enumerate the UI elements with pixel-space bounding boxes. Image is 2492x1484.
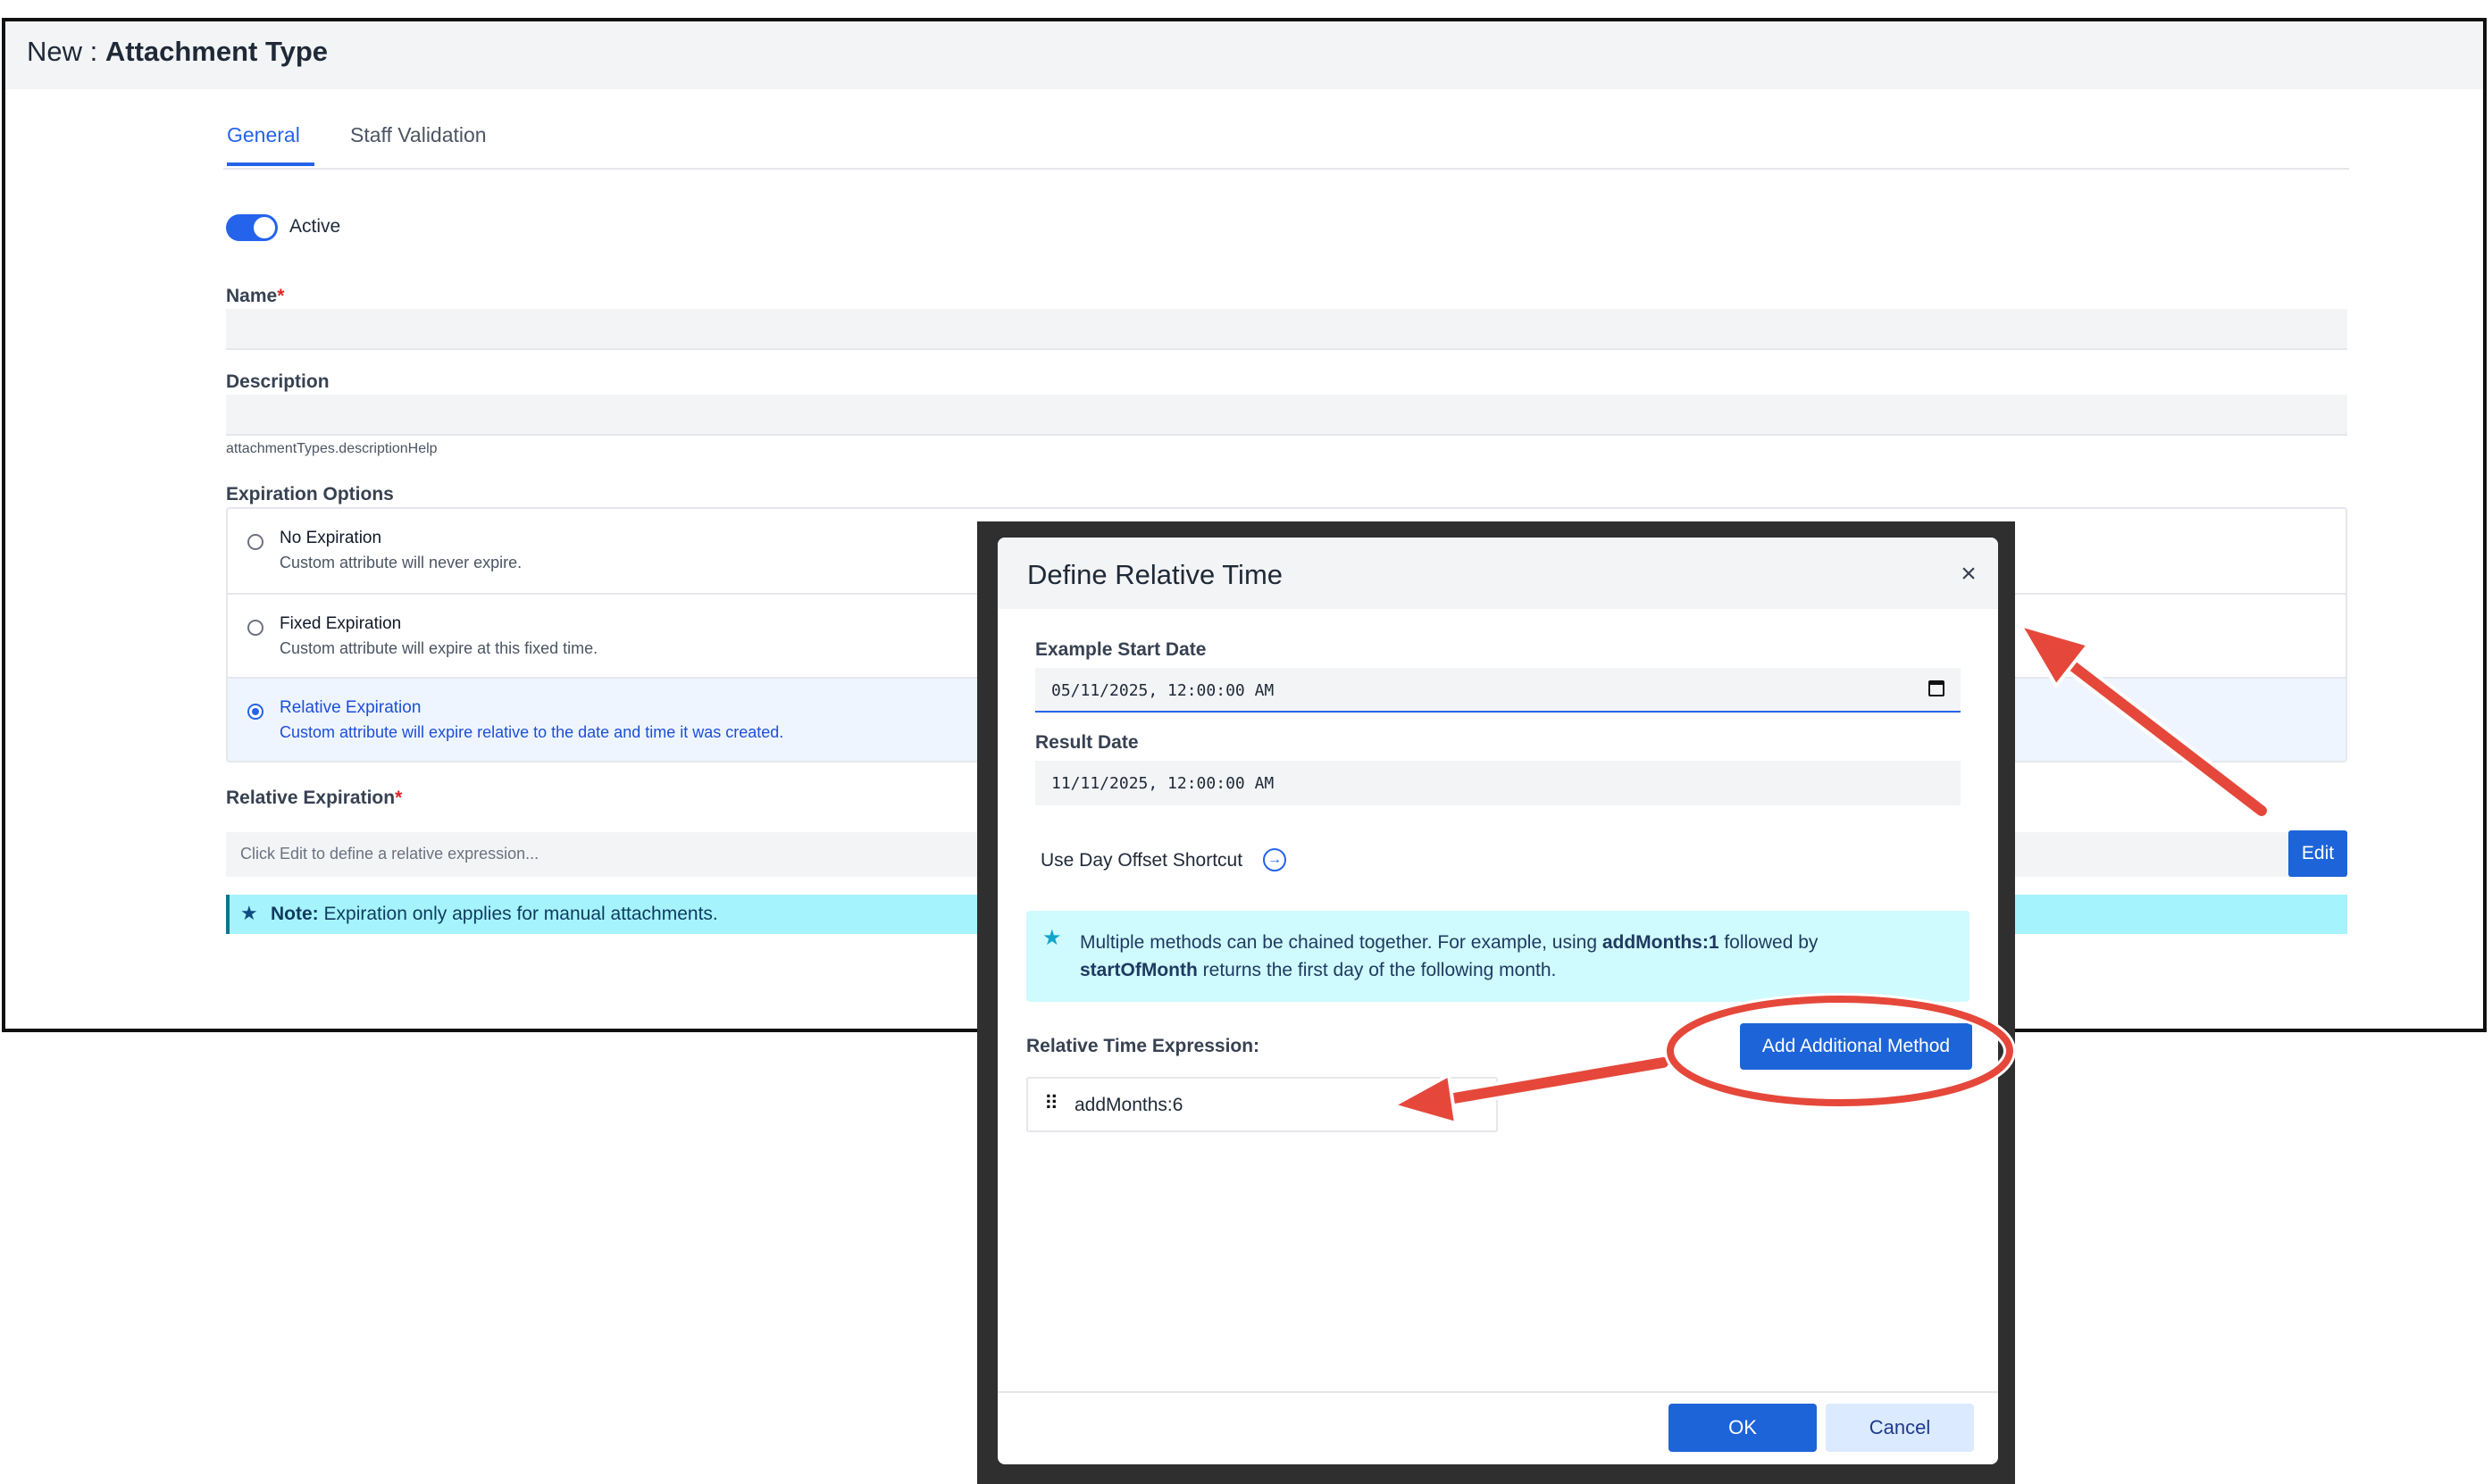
modal-footer-divider bbox=[998, 1391, 1998, 1393]
calendar-icon[interactable] bbox=[1928, 680, 1944, 696]
drag-handle-icon[interactable]: ⠿ bbox=[1044, 1092, 1058, 1115]
arrow-right-circle-icon[interactable]: → bbox=[1263, 848, 1286, 871]
result-date-label: Result Date bbox=[1035, 732, 1139, 753]
info-part: Multiple methods can be chained together… bbox=[1080, 932, 1602, 953]
modal-header: Define Relative Time × bbox=[998, 538, 1998, 609]
start-date-value: 05/11/2025, 12:00:00 AM bbox=[1051, 681, 1275, 700]
expiration-options-label: Expiration Options bbox=[226, 484, 394, 504]
name-required-mark: * bbox=[277, 286, 285, 306]
option-title: Fixed Expiration bbox=[280, 614, 402, 633]
cancel-button[interactable]: Cancel bbox=[1826, 1404, 1974, 1452]
expression-text: addMonths:6 bbox=[1075, 1095, 1183, 1115]
note-body: Expiration only applies for manual attac… bbox=[318, 904, 718, 924]
start-date-input[interactable]: 05/11/2025, 12:00:00 AM bbox=[1035, 668, 1961, 713]
define-relative-time-modal: Define Relative Time × Example Start Dat… bbox=[998, 538, 1998, 1464]
info-part: returns the first day of the following m… bbox=[1197, 960, 1557, 980]
page-header: New : Attachment Type bbox=[5, 21, 2483, 89]
modal-title: Define Relative Time bbox=[1027, 559, 1284, 590]
day-offset-shortcut-link[interactable]: Use Day Offset Shortcut bbox=[1041, 850, 1242, 871]
option-desc: Custom attribute will expire relative to… bbox=[280, 723, 784, 741]
ok-button[interactable]: OK bbox=[1668, 1404, 1817, 1452]
toggle-knob bbox=[254, 217, 275, 238]
star-icon: ★ bbox=[1042, 926, 1062, 950]
relative-expiration-required-mark: * bbox=[395, 788, 403, 808]
info-bold: startOfMonth bbox=[1080, 960, 1198, 980]
description-input[interactable] bbox=[226, 395, 2347, 436]
active-toggle-label: Active bbox=[289, 216, 341, 237]
result-date-field: 11/11/2025, 12:00:00 AM bbox=[1035, 761, 1961, 805]
active-toggle[interactable] bbox=[226, 214, 278, 241]
name-label-text: Name bbox=[226, 286, 278, 306]
info-part: followed by bbox=[1718, 932, 1819, 953]
edit-button[interactable]: Edit bbox=[2288, 830, 2347, 877]
note-text: Note: Expiration only applies for manual… bbox=[271, 904, 718, 925]
expression-label: Relative Time Expression: bbox=[1026, 1036, 1260, 1056]
radio-no-expiration[interactable] bbox=[247, 534, 263, 550]
info-text: Multiple methods can be chained together… bbox=[1080, 929, 1937, 984]
expression-item[interactable]: ⠿ addMonths:6 bbox=[1026, 1077, 1498, 1132]
note-bold: Note: bbox=[271, 904, 319, 924]
option-title: No Expiration bbox=[280, 529, 382, 547]
relative-expiration-label-text: Relative Expiration bbox=[226, 788, 396, 808]
tab-general[interactable]: General bbox=[227, 120, 314, 166]
radio-relative-expiration[interactable] bbox=[247, 704, 263, 720]
info-bold: addMonths:1 bbox=[1601, 932, 1719, 953]
option-title: Relative Expiration bbox=[280, 698, 422, 717]
add-additional-method-button[interactable]: Add Additional Method bbox=[1740, 1023, 1972, 1070]
description-help: attachmentTypes.descriptionHelp bbox=[226, 441, 438, 456]
result-date-value: 11/11/2025, 12:00:00 AM bbox=[1051, 774, 1275, 793]
name-label: Name* bbox=[226, 286, 284, 307]
close-icon[interactable]: × bbox=[1953, 559, 1984, 589]
star-icon: ★ bbox=[240, 902, 258, 924]
radio-fixed-expiration[interactable] bbox=[247, 620, 263, 636]
relative-expiration-label: Relative Expiration* bbox=[226, 788, 402, 809]
start-date-label: Example Start Date bbox=[1035, 639, 1207, 660]
page-title-prefix: New : bbox=[27, 36, 105, 67]
tabs-divider bbox=[223, 168, 2349, 170]
page-title: New : Attachment Type bbox=[27, 36, 328, 68]
description-label: Description bbox=[226, 371, 330, 392]
page-title-entity: Attachment Type bbox=[105, 36, 329, 67]
option-desc: Custom attribute will expire at this fix… bbox=[280, 639, 598, 657]
tab-staff-validation[interactable]: Staff Validation bbox=[350, 120, 487, 166]
info-box: ★ Multiple methods can be chained togeth… bbox=[1026, 911, 1969, 1002]
relative-expiration-placeholder: Click Edit to define a relative expressi… bbox=[240, 845, 539, 863]
name-input[interactable] bbox=[226, 309, 2347, 350]
option-desc: Custom attribute will never expire. bbox=[280, 554, 523, 571]
